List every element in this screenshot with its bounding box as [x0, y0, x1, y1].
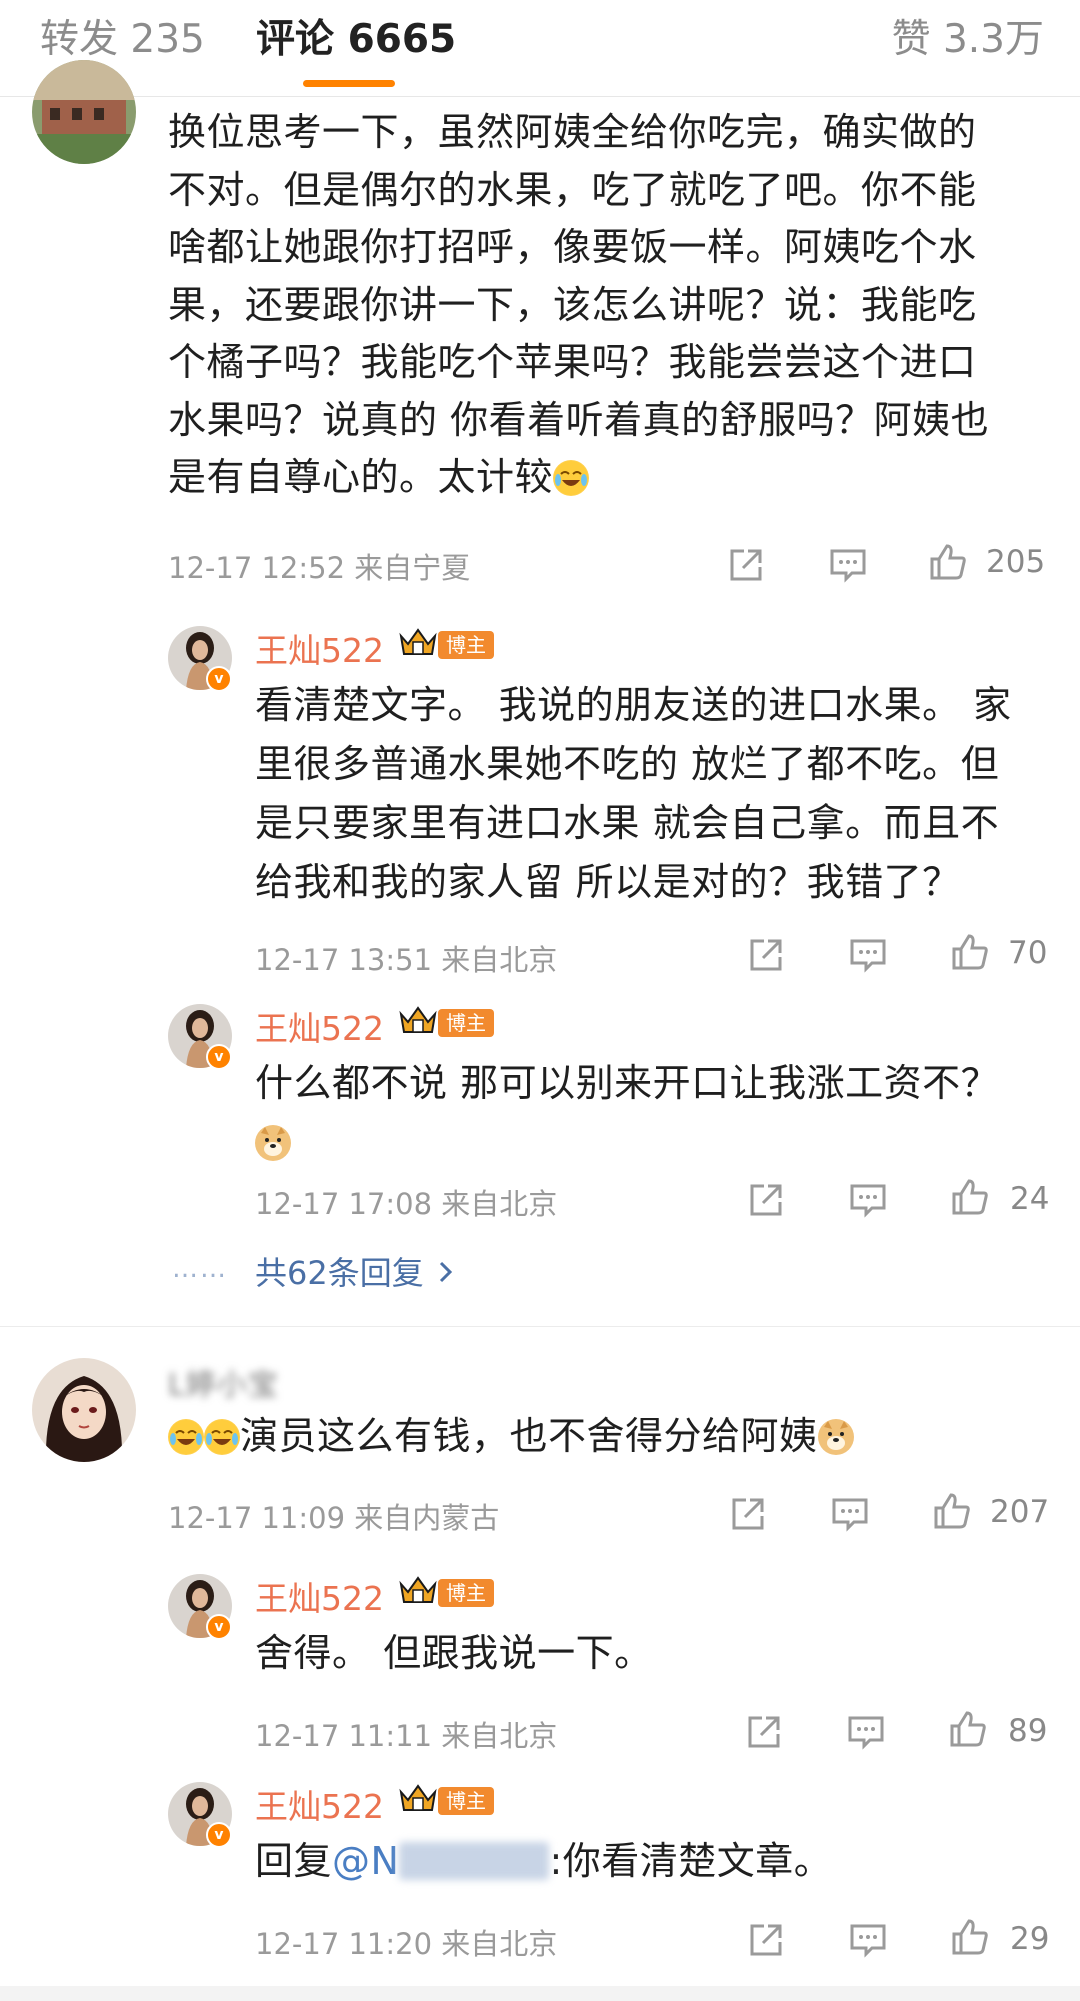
author-badge: 博主	[438, 631, 494, 659]
like-count: 70	[1008, 935, 1048, 971]
verified-badge-icon: v	[206, 1044, 232, 1070]
like-icon[interactable]	[950, 932, 990, 972]
avatar[interactable]	[32, 1358, 136, 1462]
reply-line: 回复@N :你看清楚文章。	[255, 1832, 1055, 1891]
tab-reposts[interactable]: 转发 235	[40, 14, 205, 66]
reply-line: 给我和我的家人留 所以是对的？我错了？	[255, 860, 961, 904]
comment-line: 果，还要跟你讲一下，该怎么讲呢？说：我能吃	[168, 282, 977, 327]
comment-line: 个橘子吗？我能吃个苹果吗？我能尝尝这个进口	[168, 340, 977, 384]
reply-username[interactable]: 王灿522	[255, 624, 384, 672]
like-count: 24	[1010, 1181, 1050, 1217]
more-replies-dots: ……	[172, 1254, 228, 1284]
tab-bar: 转发 235 评论 6665 赞 3.3万	[0, 0, 1080, 97]
like-icon[interactable]	[950, 1917, 990, 1957]
comment-divider	[0, 1326, 1080, 1327]
laugh-cry-emoji-icon	[553, 460, 590, 496]
weibo-comments-page: 转发 235 评论 6665 赞 3.3万 换位思考一下，虽然阿姨全给你吃完，确…	[0, 0, 1080, 2001]
reply-line: 里很多普通水果她不吃的 放烂了都不吃。但	[255, 742, 1000, 786]
reply-line	[255, 1113, 1055, 1172]
comment-line: 换位思考一下，虽然阿姨全给你吃完，确实做的	[168, 110, 977, 154]
comment-body: 演员这么有钱，也不舍得分给阿姨	[168, 1408, 1048, 1466]
comment-meta: 12-17 12:52 来自宁夏	[168, 551, 471, 585]
author-badge: 博主	[438, 1009, 494, 1037]
laugh-cry-emoji-icon	[204, 1419, 240, 1455]
reply-suffix: :你看清楚文章。	[549, 1839, 833, 1883]
comment-meta: 12-17 11:09 来自内蒙古	[168, 1501, 500, 1535]
reply-meta: 12-17 11:11 来自北京	[255, 1719, 558, 1753]
like-icon[interactable]	[950, 1177, 990, 1217]
laugh-cry-emoji-icon	[168, 1419, 204, 1455]
crown-icon	[399, 1576, 437, 1603]
comment-username[interactable]: L婷小宝	[168, 1360, 279, 1404]
like-icon[interactable]	[948, 1709, 988, 1749]
comment-line: 是有自尊心的。太计较	[168, 449, 1048, 507]
active-tab-indicator	[303, 80, 395, 87]
reply-line: 舍得。 但跟我说一下。	[255, 1631, 653, 1675]
reply-username[interactable]: 王灿522	[255, 1572, 384, 1620]
view-more-replies-label: 共62条回复	[255, 1254, 424, 1292]
crown-icon	[399, 1006, 437, 1033]
reply-meta: 12-17 11:20 来自北京	[255, 1927, 558, 1961]
reply-line: 什么都不说 那可以别来开口让我涨工资不？	[255, 1061, 1000, 1105]
like-count: 205	[986, 544, 1046, 580]
bottom-edge	[0, 1986, 1080, 2001]
comment-icon[interactable]	[848, 935, 888, 975]
mention-text: @N	[332, 1839, 400, 1883]
reply-meta: 12-17 13:51 来自北京	[255, 943, 558, 977]
author-badge: 博主	[438, 1579, 494, 1607]
reply-username[interactable]: 王灿522	[255, 1780, 384, 1828]
verified-badge-icon: v	[206, 1614, 232, 1640]
reply-username[interactable]: 王灿522	[255, 1002, 384, 1050]
like-icon[interactable]	[928, 542, 968, 582]
comment-line: 水果吗？说真的 你看着听着真的舒服吗？阿姨也	[168, 397, 990, 442]
blurred-mention-text	[399, 1842, 550, 1880]
share-icon[interactable]	[746, 935, 786, 975]
view-more-replies-link[interactable]: 共62条回复	[255, 1248, 454, 1294]
doge-emoji-icon	[817, 1419, 854, 1455]
comment-line: 演员这么有钱，也不舍得分给阿姨	[168, 1408, 1048, 1466]
comment-line-text: 是有自尊心的。太计较	[168, 455, 554, 499]
comment-line: 啥都让她跟你打招呼，像要饭一样。阿姨吃个水	[168, 225, 977, 269]
reply-line: 是只要家里有进口水果 就会自己拿。而且不	[255, 801, 1000, 845]
share-icon[interactable]	[728, 1494, 768, 1534]
like-count: 29	[1010, 1921, 1050, 1957]
share-icon[interactable]	[746, 1920, 786, 1960]
chevron-right-icon	[438, 1254, 454, 1292]
crown-icon	[399, 1784, 437, 1811]
verified-badge-icon: v	[206, 1822, 232, 1848]
crown-icon	[399, 628, 437, 655]
like-icon[interactable]	[932, 1491, 972, 1531]
comment-line: 不对。但是偶尔的水果，吃了就吃了吧。你不能	[168, 167, 977, 212]
reply-body: 看清楚文字。 我说的朋友送的进口水果。 家 里很多普通水果她不吃的 放烂了都不吃…	[255, 676, 1055, 912]
reply-body: 舍得。 但跟我说一下。	[255, 1624, 1055, 1683]
reply-body: 回复@N :你看清楚文章。	[255, 1832, 1055, 1891]
like-count: 207	[990, 1494, 1050, 1530]
reply-prefix: 回复	[255, 1839, 333, 1883]
share-icon[interactable]	[746, 1180, 786, 1220]
avatar[interactable]	[32, 60, 136, 164]
comment-line-text: 演员这么有钱，也不舍得分给阿姨	[240, 1414, 818, 1458]
tab-likes[interactable]: 赞 3.3万	[892, 14, 1044, 66]
share-icon[interactable]	[726, 545, 766, 585]
comment-icon[interactable]	[848, 1180, 888, 1220]
author-badge: 博主	[438, 1787, 494, 1815]
comment-body: 换位思考一下，虽然阿姨全给你吃完，确实做的 不对。但是偶尔的水果，吃了就吃了吧。…	[168, 104, 1048, 507]
verified-badge-icon: v	[206, 666, 232, 692]
comment-icon[interactable]	[848, 1920, 888, 1960]
like-count: 89	[1008, 1713, 1048, 1749]
reply-meta: 12-17 17:08 来自北京	[255, 1187, 558, 1221]
username-text: L婷小宝	[168, 1368, 279, 1403]
share-icon[interactable]	[744, 1712, 784, 1752]
reply-body: 什么都不说 那可以别来开口让我涨工资不？	[255, 1054, 1055, 1172]
mention-link[interactable]: @N	[332, 1839, 550, 1883]
comment-icon[interactable]	[830, 1494, 870, 1534]
doge-emoji-icon	[255, 1125, 291, 1161]
comment-icon[interactable]	[846, 1712, 886, 1752]
reply-line: 看清楚文字。 我说的朋友送的进口水果。 家	[255, 683, 1012, 727]
comment-icon[interactable]	[828, 545, 868, 585]
tab-comments[interactable]: 评论 6665	[256, 14, 456, 66]
